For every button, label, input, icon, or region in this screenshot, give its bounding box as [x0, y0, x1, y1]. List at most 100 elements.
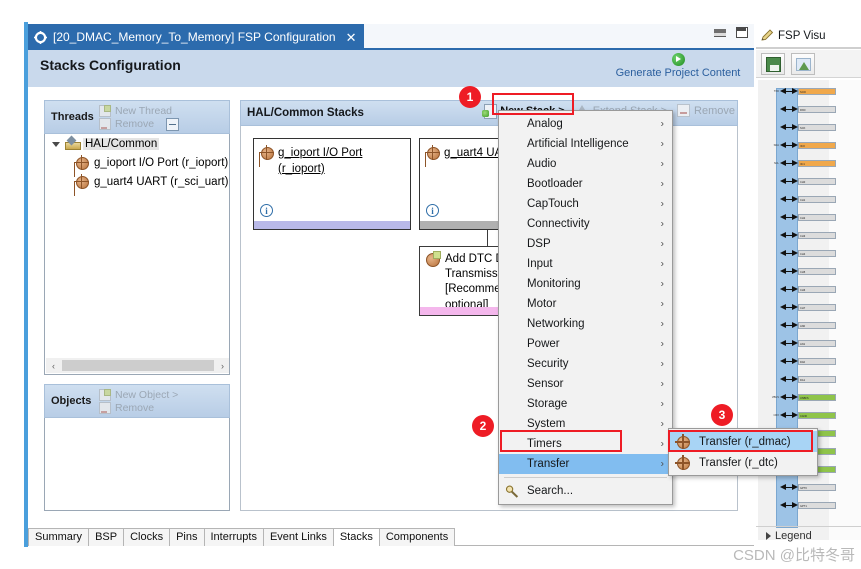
visualization-peripheral-block[interactable]: RXD — [798, 106, 836, 113]
chevron-right-icon: › — [660, 358, 664, 370]
visualization-peripheral-block[interactable]: CH3 — [798, 232, 836, 239]
scroll-thumb[interactable] — [62, 360, 214, 371]
scroll-right-icon[interactable]: › — [215, 358, 229, 373]
visualization-peripheral-block[interactable]: CH2 — [798, 214, 836, 221]
submenu-item-transfer-r-dtc[interactable]: Transfer (r_dtc) — [669, 452, 817, 473]
tree-item-g-ioport[interactable]: g_ioport I/O Port (r_ioport) — [45, 153, 229, 172]
menu-item-label: DSP — [527, 238, 551, 250]
tab-components[interactable]: Components — [378, 528, 456, 546]
menu-separator — [504, 477, 667, 478]
menu-item-label: Power — [527, 338, 560, 350]
menu-item-sensor[interactable]: Sensor › — [499, 374, 672, 394]
maximize-button[interactable] — [736, 27, 748, 38]
menu-item-label: Networking — [527, 318, 585, 330]
threads-tree-hscrollbar[interactable]: ‹ › — [46, 358, 229, 373]
visualization-peripheral-block[interactable]: CAN0 — [798, 412, 836, 419]
menu-item-captouch[interactable]: CapTouch › — [499, 194, 672, 214]
buffer-icon — [780, 412, 798, 419]
visualization-peripheral-block[interactable]: IIC0 — [798, 142, 836, 149]
visualization-peripheral-block[interactable]: CH0 — [798, 178, 836, 185]
export-image-button[interactable] — [791, 52, 815, 75]
menu-item-system[interactable]: System › — [499, 414, 672, 434]
visualization-peripheral-block[interactable]: SCI0 — [798, 88, 836, 95]
new-thread-button[interactable]: New Thread — [99, 104, 179, 117]
visualization-peripheral-block[interactable]: SCK — [798, 124, 836, 131]
visualization-peripheral-block[interactable]: DA1 — [798, 376, 836, 383]
visualization-peripheral-block[interactable]: CH1 — [798, 196, 836, 203]
visualization-peripheral-block[interactable]: CH5 — [798, 268, 836, 275]
threads-panel-title: Threads — [51, 111, 94, 123]
menu-item-monitoring[interactable]: Monitoring › — [499, 274, 672, 294]
buffer-icon — [780, 88, 798, 95]
minimize-button[interactable] — [714, 28, 726, 37]
chevron-down-icon[interactable] — [51, 139, 61, 149]
objects-list[interactable] — [44, 418, 230, 511]
menu-item-transfer[interactable]: Transfer › — [499, 454, 672, 474]
threads-tree[interactable]: HAL/Common g_ioport I/O Port (r_ioport) … — [44, 134, 230, 375]
remove-object-label: Remove — [115, 402, 155, 414]
close-icon[interactable]: ✕ — [346, 31, 357, 44]
tab-event-links[interactable]: Event Links — [262, 528, 334, 546]
submenu-item-label: Transfer (r_dmac) — [699, 435, 791, 448]
generate-project-content-button[interactable]: Generate Project Content — [610, 52, 746, 79]
menu-item-input[interactable]: Input › — [499, 254, 672, 274]
buffer-icon — [780, 322, 798, 329]
visualization-peripheral-block[interactable]: USBFS — [798, 394, 836, 401]
stack-module-g-ioport[interactable]: g_ioport I/O Port (r_ioport) i — [253, 138, 411, 230]
visualization-peripheral-block[interactable]: IIC1 — [798, 160, 836, 167]
submenu-item-transfer-r-dmac[interactable]: Transfer (r_dmac) — [669, 431, 817, 452]
visualization-peripheral-block[interactable]: GPT0 — [798, 484, 836, 491]
tab-pins[interactable]: Pins — [169, 528, 205, 546]
new-stack-context-menu[interactable]: Analog › Artificial Intelligence › Audio… — [498, 110, 673, 505]
menu-item-audio[interactable]: Audio › — [499, 154, 672, 174]
info-icon[interactable]: i — [426, 204, 439, 217]
scroll-left-icon[interactable]: ‹ — [46, 358, 61, 373]
save-image-button[interactable] — [761, 52, 785, 75]
visualization-peripheral-block[interactable]: CH6 — [798, 286, 836, 293]
visualization-peripheral-block[interactable]: AN1 — [798, 340, 836, 347]
menu-item-connectivity[interactable]: Connectivity › — [499, 214, 672, 234]
tab-summary[interactable]: Summary — [28, 528, 90, 546]
tab-stacks[interactable]: Stacks — [332, 528, 380, 546]
legend-toggle[interactable]: Legend — [756, 526, 861, 544]
menu-item-analog[interactable]: Analog › — [499, 114, 672, 134]
menu-item-search[interactable]: Search... — [499, 481, 672, 501]
objects-panel-header: Objects New Object > Remove — [44, 384, 230, 418]
module-title-line: g_ioport I/O Port — [278, 147, 363, 159]
chevron-right-icon: › — [660, 438, 664, 450]
menu-item-motor[interactable]: Motor › — [499, 294, 672, 314]
visualization-peripheral-block[interactable]: GPT1 — [798, 502, 836, 509]
tree-item-g-uart4[interactable]: g_uart4 UART (r_sci_uart) — [45, 172, 229, 191]
visualization-peripheral-block[interactable]: DA0 — [798, 358, 836, 365]
tab-interrupts[interactable]: Interrupts — [203, 528, 264, 546]
menu-item-timers[interactable]: Timers › — [499, 434, 672, 454]
chevron-right-icon: › — [660, 398, 664, 410]
menu-item-networking[interactable]: Networking › — [499, 314, 672, 334]
menu-item-artificial-intelligence[interactable]: Artificial Intelligence › — [499, 134, 672, 154]
menu-item-power[interactable]: Power › — [499, 334, 672, 354]
visualization-peripheral-block[interactable]: CH7 — [798, 304, 836, 311]
menu-item-dsp[interactable]: DSP › — [499, 234, 672, 254]
transfer-submenu[interactable]: Transfer (r_dmac) Transfer (r_dtc) — [668, 428, 818, 476]
tree-item-hal-common[interactable]: HAL/Common — [45, 134, 229, 153]
remove-stack-button[interactable]: Remove — [677, 104, 735, 117]
collapse-all-icon[interactable] — [166, 117, 180, 131]
menu-item-bootloader[interactable]: Bootloader › — [499, 174, 672, 194]
visualization-row: CH6 — [758, 286, 836, 293]
remove-object-button[interactable]: Remove — [99, 402, 178, 414]
new-object-button[interactable]: New Object > — [99, 389, 178, 401]
visualization-peripheral-block[interactable]: CH4 — [798, 250, 836, 257]
editor-tab-fsp-configuration[interactable]: [20_DMAC_Memory_To_Memory] FSP Configura… — [28, 24, 365, 50]
menu-item-security[interactable]: Security › — [499, 354, 672, 374]
visualization-row: DA0 — [758, 358, 836, 365]
bottom-tab-strip[interactable]: Summary BSP Clocks Pins Interrupts Event… — [28, 526, 754, 546]
remove-thread-button[interactable]: Remove — [99, 117, 180, 131]
visualization-peripheral-block[interactable]: AN0 — [798, 322, 836, 329]
menu-item-storage[interactable]: Storage › — [499, 394, 672, 414]
tab-clocks[interactable]: Clocks — [123, 528, 171, 546]
info-icon[interactable]: i — [260, 204, 273, 217]
fsp-visualization-tab[interactable]: FSP Visu — [756, 24, 830, 48]
tab-bsp[interactable]: BSP — [88, 528, 125, 546]
image-icon — [796, 57, 811, 71]
chevron-right-icon: › — [660, 418, 664, 430]
